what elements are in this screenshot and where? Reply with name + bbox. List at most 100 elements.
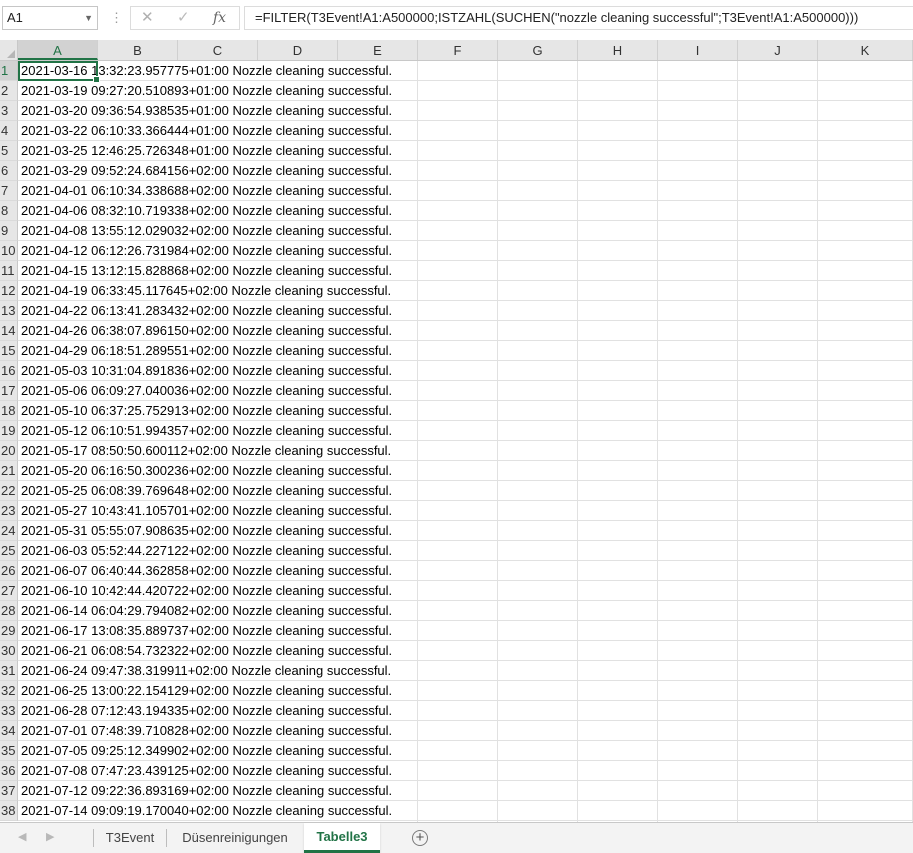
cell-a[interactable]: 2021-03-20 09:36:54.938535+01:00 Nozzle … [21, 101, 392, 120]
row-header[interactable]: 9 [0, 221, 18, 241]
cell-a[interactable]: 2021-05-27 10:43:41.105701+02:00 Nozzle … [21, 501, 392, 520]
cell-a[interactable]: 2021-07-05 09:25:12.349902+02:00 Nozzle … [21, 741, 392, 760]
cell-area[interactable]: 2021-03-16 13:32:23.957775+01:00 Nozzle … [18, 61, 913, 821]
row-header[interactable]: 4 [0, 121, 18, 141]
row-header[interactable]: 6 [0, 161, 18, 181]
row-header[interactable]: 32 [0, 681, 18, 701]
cell-a[interactable]: 2021-04-22 06:13:41.283432+02:00 Nozzle … [21, 301, 392, 320]
row-header[interactable]: 38 [0, 801, 18, 821]
cell-a[interactable]: 2021-07-08 07:47:23.439125+02:00 Nozzle … [21, 761, 392, 780]
check-icon[interactable]: ✓ [177, 9, 190, 27]
cell-a[interactable]: 2021-05-25 06:08:39.769648+02:00 Nozzle … [21, 481, 392, 500]
cell-a[interactable]: 2021-03-22 06:10:33.366444+01:00 Nozzle … [21, 121, 392, 140]
cell-a[interactable]: 2021-05-20 06:16:50.300236+02:00 Nozzle … [21, 461, 392, 480]
cell-a[interactable]: 2021-07-12 09:22:36.893169+02:00 Nozzle … [21, 781, 392, 800]
row-header[interactable]: 22 [0, 481, 18, 501]
row-header[interactable]: 21 [0, 461, 18, 481]
row-header[interactable]: 5 [0, 141, 18, 161]
cell-a[interactable]: 2021-04-08 13:55:12.029032+02:00 Nozzle … [21, 221, 392, 240]
column-header-i[interactable]: I [658, 40, 738, 60]
row-header[interactable]: 31 [0, 661, 18, 681]
cell-a[interactable]: 2021-03-25 12:46:25.726348+01:00 Nozzle … [21, 141, 392, 160]
cell-a[interactable]: 2021-06-17 13:08:35.889737+02:00 Nozzle … [21, 621, 392, 640]
scroll-tabs-left-icon[interactable]: ◀ [18, 829, 26, 845]
column-header-j[interactable]: J [738, 40, 818, 60]
cell-a[interactable]: 2021-06-14 06:04:29.794082+02:00 Nozzle … [21, 601, 392, 620]
cell-a[interactable]: 2021-04-29 06:18:51.289551+02:00 Nozzle … [21, 341, 392, 360]
column-header-f[interactable]: F [418, 40, 498, 60]
row-header[interactable]: 26 [0, 561, 18, 581]
cell-a[interactable]: 2021-07-01 07:48:39.710828+02:00 Nozzle … [21, 721, 392, 740]
row-header[interactable]: 10 [0, 241, 18, 261]
close-icon[interactable]: ✕ [141, 9, 154, 27]
row-header[interactable]: 27 [0, 581, 18, 601]
row-header[interactable]: 23 [0, 501, 18, 521]
tab-duesenreinigungen[interactable]: Düsenreinigungen [167, 823, 303, 853]
cell-a[interactable]: 2021-05-06 06:09:27.040036+02:00 Nozzle … [21, 381, 392, 400]
cell-a[interactable]: 2021-06-28 07:12:43.194335+02:00 Nozzle … [21, 701, 392, 720]
cell-a[interactable]: 2021-07-14 09:09:19.170040+02:00 Nozzle … [21, 801, 392, 820]
row-header[interactable]: 11 [0, 261, 18, 281]
more-options-icon[interactable]: ⋮ [110, 9, 123, 27]
row-header[interactable]: 3 [0, 101, 18, 121]
column-header-e[interactable]: E [338, 40, 418, 60]
row-header[interactable]: 29 [0, 621, 18, 641]
add-sheet-icon[interactable]: + [412, 830, 428, 846]
column-header-h[interactable]: H [578, 40, 658, 60]
cell-a[interactable]: 2021-06-21 06:08:54.732322+02:00 Nozzle … [21, 641, 392, 660]
row-header[interactable]: 24 [0, 521, 18, 541]
cell-a[interactable]: 2021-06-25 13:00:22.154129+02:00 Nozzle … [21, 681, 392, 700]
cell-a[interactable]: 2021-04-26 06:38:07.896150+02:00 Nozzle … [21, 321, 392, 340]
cell-a[interactable]: 2021-03-29 09:52:24.684156+02:00 Nozzle … [21, 161, 392, 180]
cell-a[interactable]: 2021-06-24 09:47:38.319911+02:00 Nozzle … [21, 661, 391, 680]
row-header[interactable]: 35 [0, 741, 18, 761]
cell-a[interactable]: 2021-05-12 06:10:51.994357+02:00 Nozzle … [21, 421, 392, 440]
row-header[interactable]: 7 [0, 181, 18, 201]
row-header[interactable]: 14 [0, 321, 18, 341]
cell-a[interactable]: 2021-04-12 06:12:26.731984+02:00 Nozzle … [21, 241, 392, 260]
scroll-tabs-right-icon[interactable]: ▶ [46, 829, 54, 845]
row-header[interactable]: 17 [0, 381, 18, 401]
row-header[interactable]: 2 [0, 81, 18, 101]
row-header[interactable]: 34 [0, 721, 18, 741]
row-header[interactable]: 30 [0, 641, 18, 661]
row-header[interactable]: 36 [0, 761, 18, 781]
column-header-d[interactable]: D [258, 40, 338, 60]
column-header-g[interactable]: G [498, 40, 578, 60]
chevron-down-icon[interactable]: ▼ [84, 7, 93, 29]
cell-a[interactable]: 2021-05-17 08:50:50.600112+02:00 Nozzle … [21, 441, 391, 460]
name-box[interactable]: A1 ▼ [2, 6, 98, 30]
column-header-b[interactable]: B [98, 40, 178, 60]
row-header[interactable]: 1 [0, 61, 18, 81]
function-icon[interactable]: fx [213, 9, 226, 27]
cell-a[interactable]: 2021-04-06 08:32:10.719338+02:00 Nozzle … [21, 201, 392, 220]
cell-a[interactable]: 2021-05-10 06:37:25.752913+02:00 Nozzle … [21, 401, 392, 420]
select-all-button[interactable] [0, 40, 18, 61]
cell-a[interactable]: 2021-05-31 05:55:07.908635+02:00 Nozzle … [21, 521, 392, 540]
cell-a[interactable]: 2021-04-19 06:33:45.117645+02:00 Nozzle … [21, 281, 391, 300]
row-header[interactable]: 33 [0, 701, 18, 721]
row-header[interactable]: 13 [0, 301, 18, 321]
column-header-k[interactable]: K [818, 40, 913, 60]
cell-a[interactable]: 2021-05-03 10:31:04.891836+02:00 Nozzle … [21, 361, 392, 380]
cell-a[interactable]: 2021-04-15 13:12:15.828868+02:00 Nozzle … [21, 261, 392, 280]
row-header[interactable]: 18 [0, 401, 18, 421]
cell-a[interactable]: 2021-06-10 10:42:44.420722+02:00 Nozzle … [21, 581, 392, 600]
fill-handle[interactable] [93, 76, 100, 83]
column-header-a[interactable]: A [18, 40, 98, 60]
row-header[interactable]: 8 [0, 201, 18, 221]
cell-a[interactable]: 2021-06-07 06:40:44.362858+02:00 Nozzle … [21, 561, 392, 580]
row-header[interactable]: 16 [0, 361, 18, 381]
formula-input[interactable]: =FILTER(T3Event!A1:A500000;ISTZAHL(SUCHE… [244, 6, 913, 30]
cell-a[interactable]: 2021-06-03 05:52:44.227122+02:00 Nozzle … [21, 541, 392, 560]
row-header[interactable]: 28 [0, 601, 18, 621]
row-header[interactable]: 37 [0, 781, 18, 801]
cell-a[interactable]: 2021-04-01 06:10:34.338688+02:00 Nozzle … [21, 181, 392, 200]
row-header[interactable]: 20 [0, 441, 18, 461]
cell-a[interactable]: 2021-03-19 09:27:20.510893+01:00 Nozzle … [21, 81, 392, 100]
row-header[interactable]: 12 [0, 281, 18, 301]
tab-tabelle3[interactable]: Tabelle3 [304, 823, 380, 853]
row-header[interactable]: 25 [0, 541, 18, 561]
column-header-c[interactable]: C [178, 40, 258, 60]
row-header[interactable]: 19 [0, 421, 18, 441]
